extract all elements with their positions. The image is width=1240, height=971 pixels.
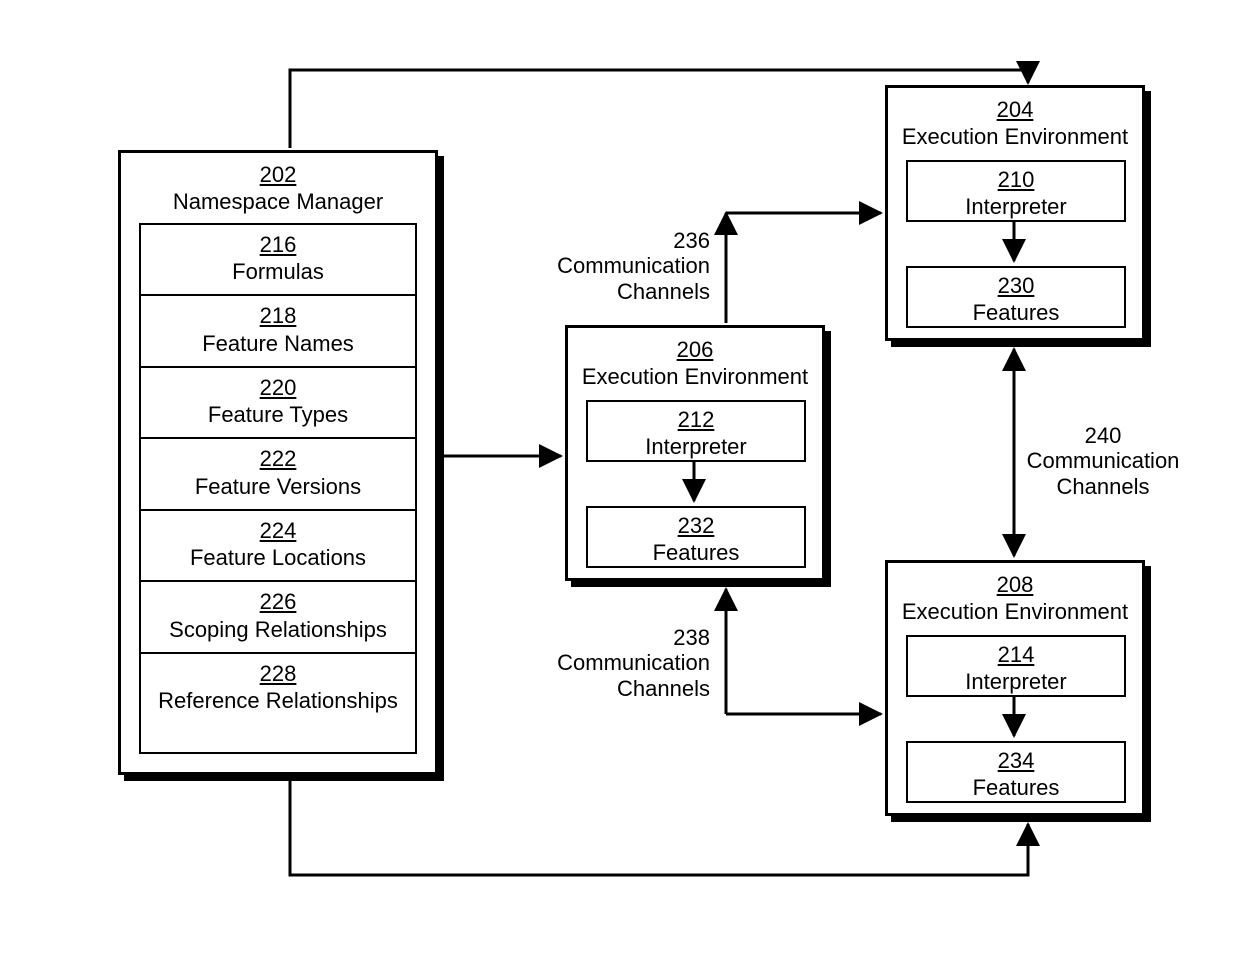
- ns-item-feature-versions: 222 Feature Versions: [141, 437, 415, 508]
- exec-env-204-box: 204 Execution Environment 210 Interprete…: [885, 85, 1145, 341]
- exec-env-204-header: 204 Execution Environment: [888, 88, 1142, 155]
- exec-env-208-header: 208 Execution Environment: [888, 563, 1142, 630]
- exec-env-208-title: Execution Environment: [892, 599, 1138, 624]
- diagram-canvas: 202 Namespace Manager 216 Formulas 218 F…: [0, 0, 1240, 971]
- features-230-box: 230 Features: [906, 266, 1126, 328]
- exec-env-206-box: 206 Execution Environment 212 Interprete…: [565, 325, 825, 581]
- channel-236-label: 236 Communication Channels: [550, 228, 710, 304]
- exec-env-208-ref: 208: [892, 573, 1138, 597]
- namespace-manager-ref: 202: [125, 163, 431, 187]
- interpreter-212-box: 212 Interpreter: [586, 400, 806, 462]
- ns-item-formulas: 216 Formulas: [141, 225, 415, 294]
- features-232-box: 232 Features: [586, 506, 806, 568]
- ns-item-reference-relationships: 228 Reference Relationships: [141, 652, 415, 723]
- ns-item-feature-locations: 224 Feature Locations: [141, 509, 415, 580]
- exec-env-206-header: 206 Execution Environment: [568, 328, 822, 395]
- exec-env-204-title: Execution Environment: [892, 124, 1138, 149]
- channel-238-label: 238 Communication Channels: [550, 625, 710, 701]
- exec-env-206-title: Execution Environment: [572, 364, 818, 389]
- channel-240-label: 240 Communication Channels: [1018, 423, 1188, 499]
- ns-item-scoping-relationships: 226 Scoping Relationships: [141, 580, 415, 651]
- ns-item-feature-types: 220 Feature Types: [141, 366, 415, 437]
- interpreter-214-box: 214 Interpreter: [906, 635, 1126, 697]
- namespace-manager-header: 202 Namespace Manager: [121, 153, 435, 220]
- namespace-manager-box: 202 Namespace Manager 216 Formulas 218 F…: [118, 150, 438, 775]
- exec-env-204-ref: 204: [892, 98, 1138, 122]
- interpreter-210-box: 210 Interpreter: [906, 160, 1126, 222]
- namespace-manager-list: 216 Formulas 218 Feature Names 220 Featu…: [139, 223, 417, 754]
- namespace-manager-title: Namespace Manager: [125, 189, 431, 214]
- features-234-box: 234 Features: [906, 741, 1126, 803]
- exec-env-208-box: 208 Execution Environment 214 Interprete…: [885, 560, 1145, 816]
- ns-item-feature-names: 218 Feature Names: [141, 294, 415, 365]
- exec-env-206-ref: 206: [572, 338, 818, 362]
